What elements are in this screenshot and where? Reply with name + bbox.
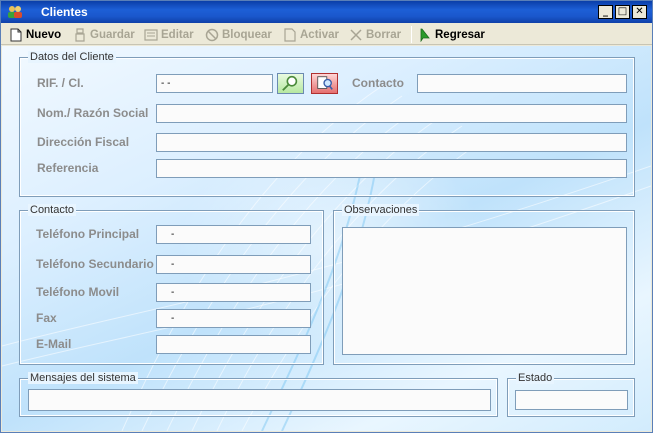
tel-secundario-input[interactable]: - — [156, 255, 311, 274]
guardar-button[interactable]: Guardar — [73, 26, 135, 43]
movil-mask: - — [171, 287, 175, 298]
regresar-button[interactable]: Regresar — [418, 26, 485, 43]
search-rif-button[interactable] — [277, 73, 304, 94]
mensajes-field — [28, 389, 491, 411]
title-bar[interactable]: Clientes _ □ ✕ — [1, 1, 652, 23]
nuevo-label: Nuevo — [26, 28, 62, 41]
movil-label: Teléfono Movil — [36, 285, 120, 299]
lookup-button[interactable] — [311, 73, 338, 94]
toolbar: Nuevo Guardar Editar Bloquear Activar Bo… — [1, 23, 652, 45]
email-input[interactable] — [156, 335, 311, 354]
direccion-input[interactable] — [156, 133, 627, 152]
observaciones-legend: Observaciones — [342, 204, 420, 216]
tel-secundario-label: Teléfono Secundario — [36, 257, 154, 271]
search-icon — [282, 75, 298, 91]
tel-secundario-mask: - — [171, 259, 175, 270]
block-icon — [205, 28, 219, 41]
editar-button[interactable]: Editar — [144, 26, 194, 43]
new-document-icon — [10, 28, 22, 41]
nombre-input[interactable] — [156, 104, 627, 123]
bloquear-button[interactable]: Bloquear — [205, 26, 272, 43]
close-button[interactable]: ✕ — [632, 5, 647, 19]
save-icon — [75, 27, 85, 42]
fax-mask: - — [171, 313, 175, 324]
activar-button[interactable]: Activar — [283, 26, 339, 43]
tel-principal-input[interactable]: - — [156, 225, 311, 244]
direccion-label: Dirección Fiscal — [37, 135, 130, 149]
contacto-input[interactable] — [417, 74, 627, 93]
fax-label: Fax — [36, 311, 57, 325]
activate-icon — [284, 27, 296, 42]
nombre-label: Nom./ Razón Social — [37, 106, 149, 120]
maximize-button[interactable]: □ — [615, 5, 630, 19]
observaciones-textarea[interactable] — [342, 227, 627, 355]
users-icon — [8, 6, 22, 18]
contacto-legend: Contacto — [28, 204, 77, 216]
activar-label: Activar — [300, 28, 339, 41]
rif-label: RIF. / CI. — [37, 76, 84, 90]
fax-input[interactable]: - — [156, 309, 311, 328]
rif-mask: - - — [161, 78, 171, 89]
tel-principal-mask: - — [171, 229, 175, 240]
regresar-label: Regresar — [435, 28, 485, 41]
referencia-label: Referencia — [37, 161, 99, 175]
contacto-label: Contacto — [352, 76, 404, 90]
tel-principal-label: Teléfono Principal — [36, 227, 140, 241]
editar-label: Editar — [161, 28, 194, 41]
borrar-label: Borrar — [366, 28, 402, 41]
datos-cliente-legend: Datos del Cliente — [28, 51, 116, 63]
back-arrow-icon — [420, 28, 430, 42]
clientes-window: Clientes _ □ ✕ Nuevo Guardar Editar Bloq… — [0, 0, 653, 433]
email-label: E-Mail — [36, 337, 72, 351]
window-title: Clientes — [41, 5, 88, 19]
mensajes-legend: Mensajes del sistema — [28, 372, 138, 384]
movil-input[interactable]: - — [156, 283, 311, 302]
guardar-label: Guardar — [90, 28, 135, 41]
edit-icon — [144, 28, 158, 41]
estado-legend: Estado — [516, 372, 555, 384]
borrar-button[interactable]: Borrar — [349, 26, 401, 43]
form-area: Datos del Cliente RIF. / CI. - - Contact… — [2, 46, 651, 431]
rif-input[interactable]: - - — [156, 74, 273, 93]
referencia-input[interactable] — [156, 159, 627, 178]
nuevo-button[interactable]: Nuevo — [9, 26, 61, 43]
delete-x-icon — [350, 28, 362, 41]
estado-field — [515, 390, 628, 410]
bloquear-label: Bloquear — [222, 28, 272, 41]
lookup-icon — [317, 76, 333, 90]
toolbar-separator — [411, 26, 412, 43]
minimize-button[interactable]: _ — [598, 5, 613, 19]
